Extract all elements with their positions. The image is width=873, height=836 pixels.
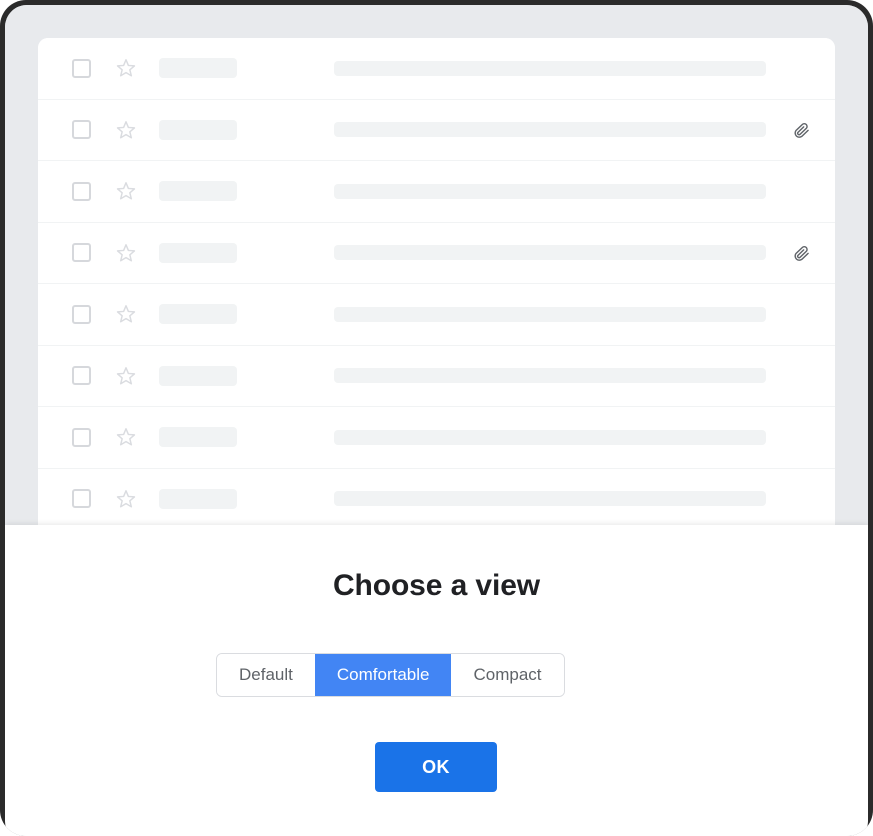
star-outline-icon[interactable] [115, 180, 137, 202]
checkbox-unchecked-icon[interactable] [72, 58, 91, 78]
checkbox-unchecked-icon[interactable] [72, 366, 91, 386]
message-list-panel [38, 38, 835, 525]
subject-placeholder [334, 491, 766, 507]
screen: Choose a view Default Comfortable Compact … [5, 5, 868, 836]
star-outline-icon[interactable] [115, 119, 137, 141]
ok-button[interactable]: OK [375, 742, 497, 792]
message-row[interactable] [38, 468, 835, 525]
message-row[interactable] [38, 222, 835, 284]
checkbox-unchecked-icon[interactable] [72, 120, 91, 140]
choose-a-view-dialog: Choose a view Default Comfortable Compact … [5, 525, 868, 836]
checkbox-unchecked-icon[interactable] [72, 243, 91, 263]
sender-placeholder [159, 304, 237, 325]
message-row[interactable] [38, 161, 835, 223]
subject-placeholder [334, 122, 766, 138]
message-row[interactable] [38, 284, 835, 346]
message-row[interactable] [38, 99, 835, 161]
subject-placeholder [334, 306, 766, 322]
sender-placeholder [159, 488, 237, 509]
message-row[interactable] [38, 345, 835, 407]
sender-placeholder [159, 119, 237, 140]
sender-placeholder [159, 242, 237, 263]
message-row[interactable] [38, 38, 835, 100]
subject-placeholder [334, 60, 766, 76]
checkbox-unchecked-icon[interactable] [72, 181, 91, 201]
subject-placeholder [334, 429, 766, 445]
dialog-title: Choose a view [332, 569, 541, 602]
star-outline-icon[interactable] [115, 57, 137, 79]
star-outline-icon[interactable] [115, 365, 137, 387]
sender-placeholder [159, 181, 237, 202]
message-list-backdrop [5, 5, 868, 525]
sender-placeholder [159, 58, 237, 79]
checkbox-unchecked-icon[interactable] [72, 427, 91, 447]
star-outline-icon[interactable] [115, 488, 137, 510]
view-option-default[interactable]: Default [217, 654, 315, 696]
attachment-paperclip-icon [791, 120, 811, 140]
sender-placeholder [159, 427, 237, 448]
attachment-paperclip-icon [791, 243, 811, 263]
checkbox-unchecked-icon[interactable] [72, 489, 91, 509]
sender-placeholder [159, 365, 237, 386]
star-outline-icon[interactable] [115, 303, 137, 325]
device-frame: Choose a view Default Comfortable Compact … [0, 0, 873, 836]
view-option-comfortable[interactable]: Comfortable [314, 654, 452, 696]
subject-placeholder [334, 183, 766, 199]
subject-placeholder [334, 368, 766, 384]
message-row[interactable] [38, 407, 835, 469]
subject-placeholder [334, 245, 766, 261]
star-outline-icon[interactable] [115, 242, 137, 264]
checkbox-unchecked-icon[interactable] [72, 304, 91, 324]
view-density-segmented-control[interactable]: Default Comfortable Compact [216, 653, 565, 697]
view-option-compact[interactable]: Compact [451, 654, 564, 696]
star-outline-icon[interactable] [115, 426, 137, 448]
